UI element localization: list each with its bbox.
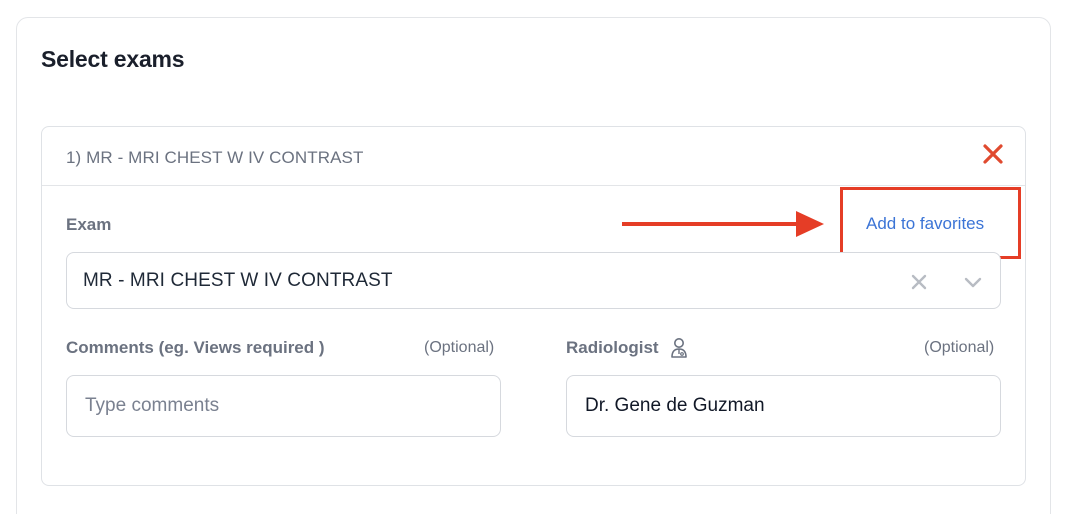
add-to-favorites-link[interactable]: Add to favorites (866, 214, 984, 234)
exam-label: Exam (66, 215, 112, 234)
arrow-right-icon (622, 211, 824, 237)
close-icon (983, 144, 1003, 164)
comments-optional-label: (Optional) (424, 339, 495, 356)
chevron-down-icon[interactable] (962, 272, 984, 292)
exam-select-value: MR - MRI CHEST W IV CONTRAST (83, 270, 393, 291)
comments-label: Comments (eg. Views required ) (66, 338, 325, 357)
section-title: Select exams (41, 46, 185, 72)
comments-input[interactable] (66, 375, 501, 437)
doctor-icon (671, 338, 687, 358)
radiologist-input[interactable] (566, 375, 1001, 437)
remove-exam-button[interactable] (982, 143, 1004, 165)
exam-card-title: 1) MR - MRI CHEST W IV CONTRAST (66, 148, 364, 167)
exam-card-header: 1) MR - MRI CHEST W IV CONTRAST (42, 127, 1025, 186)
radiologist-optional-label: (Optional) (924, 339, 995, 356)
exam-select[interactable]: MR - MRI CHEST W IV CONTRAST (66, 252, 1001, 309)
radiologist-label: Radiologist (566, 338, 659, 357)
clear-icon[interactable] (909, 272, 929, 292)
